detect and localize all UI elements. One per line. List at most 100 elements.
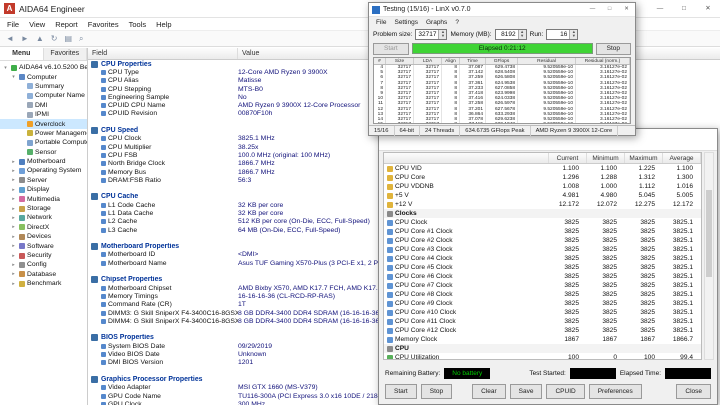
sensor-row-cpu-vddnb[interactable]: CPU VDDNB 1.008 1.000 1.112 1.016 <box>384 182 701 191</box>
main-close-icon[interactable]: ✕ <box>696 0 720 17</box>
toolbar-up-icon[interactable]: ▲ <box>36 34 44 43</box>
sidebar-item-devices[interactable]: ▸ Devices <box>0 232 87 241</box>
column-header-field[interactable]: Field <box>88 48 238 59</box>
sensor-column-average[interactable]: Average <box>663 153 701 163</box>
sensor-column-maximum[interactable]: Maximum <box>625 153 663 163</box>
menu-report[interactable]: Report <box>50 20 83 29</box>
menu-tools[interactable]: Tools <box>124 20 152 29</box>
sidebar-item-config[interactable]: ▸ Config <box>0 260 87 269</box>
sensor-row-5-v[interactable]: +5 V 4.981 4.980 5.045 5.005 <box>384 191 701 200</box>
expander-icon[interactable]: ▸ <box>10 224 17 230</box>
toolbar-report-icon[interactable]: ▤ <box>64 34 72 43</box>
spinner-down-icon[interactable]: ▼ <box>570 33 577 39</box>
toolbar-forward-icon[interactable]: ► <box>21 34 29 43</box>
sidebar-item-overclock[interactable]: Overclock <box>0 119 87 129</box>
grid-column-residual[interactable]: Residual <box>518 58 576 64</box>
toolbar-back-icon[interactable]: ◄ <box>6 34 14 43</box>
grid-column-gflops[interactable]: GFlops <box>486 58 518 64</box>
linx-minimize-icon[interactable]: — <box>584 3 601 16</box>
sidebar-item-operating-system[interactable]: ▸ Operating System <box>0 166 87 175</box>
expander-icon[interactable]: ▸ <box>10 281 17 287</box>
linx-menu-[interactable]: ? <box>451 19 463 26</box>
stability-cpuid-button[interactable]: CPUID <box>546 384 585 399</box>
linx-maximize-icon[interactable]: □ <box>601 3 618 16</box>
grid-column-align[interactable]: Align <box>442 58 460 64</box>
sidebar-item-multimedia[interactable]: ▸ Multimedia <box>0 194 87 203</box>
stability-preferences-button[interactable]: Preferences <box>588 384 642 399</box>
sidebar-item-software[interactable]: ▸ Software <box>0 241 87 250</box>
sidebar-item-summary[interactable]: Summary <box>0 82 87 91</box>
menu-favorites[interactable]: Favorites <box>83 20 124 29</box>
sensor-column-current[interactable]: Current <box>549 153 587 163</box>
run-count-spinner[interactable]: ▲ ▼ <box>569 29 578 39</box>
grid-column-lda[interactable]: LDA <box>414 58 442 64</box>
expander-icon[interactable]: ▸ <box>10 159 17 165</box>
toolbar-find-icon[interactable]: ⌕ <box>79 34 83 44</box>
stability-save-button[interactable]: Save <box>509 384 543 399</box>
grid-column-size[interactable]: Size <box>386 58 414 64</box>
memory-input[interactable]: 8192 ▲ ▼ <box>494 28 527 40</box>
sidebar-item-portable-computer[interactable]: Portable Computer <box>0 138 87 147</box>
spinner-down-icon[interactable]: ▼ <box>519 33 526 39</box>
expander-icon[interactable]: ▸ <box>10 215 17 221</box>
sensor-row-cpu-core-11-clock[interactable]: CPU Core #11 Clock 3825 3825 3825 3825.1 <box>384 317 701 326</box>
problem-size-input[interactable]: 32717 ▲ ▼ <box>415 28 448 40</box>
sensor-row-cpu-clock[interactable]: CPU Clock 3825 3825 3825 3825.1 <box>384 218 701 227</box>
expander-icon[interactable]: ▸ <box>10 177 17 183</box>
sidebar-item-sensor[interactable]: Sensor <box>0 148 87 157</box>
expander-icon[interactable]: ▸ <box>10 196 17 202</box>
linx-titlebar[interactable]: Testing (15/16) - LinX v0.7.0 — □ ✕ <box>369 3 635 17</box>
stability-scrollbar[interactable] <box>704 152 714 360</box>
sidebar-item-storage[interactable]: ▸ Storage <box>0 204 87 213</box>
expander-icon[interactable]: ▾ <box>10 74 17 80</box>
sensor-row-memory-clock[interactable]: Memory Clock 1867 1867 1867 1866.7 <box>384 335 701 344</box>
expander-icon[interactable]: ▸ <box>10 243 17 249</box>
stability-clear-button[interactable]: Clear <box>472 384 506 399</box>
memory-spinner[interactable]: ▲ ▼ <box>517 29 526 39</box>
sensor-row-cpu-core-8-clock[interactable]: CPU Core #8 Clock 3825 3825 3825 3825.1 <box>384 290 701 299</box>
sensor-row-cpu-core-2-clock[interactable]: CPU Core #2 Clock 3825 3825 3825 3825.1 <box>384 236 701 245</box>
menu-view[interactable]: View <box>24 20 50 29</box>
linx-start-button[interactable]: Start <box>373 42 409 55</box>
run-count-input[interactable]: 16 ▲ ▼ <box>546 28 579 40</box>
sidebar-item-security[interactable]: ▸ Security <box>0 251 87 260</box>
linx-stop-button[interactable]: Stop <box>595 42 631 55</box>
stability-close-button[interactable]: Close <box>676 384 711 399</box>
sidebar-item-aida64-v6-10-5200-beta[interactable]: ▾ AIDA64 v6.10.5200 Beta <box>0 63 87 72</box>
sensor-row-cpu-core-7-clock[interactable]: CPU Core #7 Clock 3825 3825 3825 3825.1 <box>384 281 701 290</box>
grid-column-residual-norm[interactable]: Residual (norm.) <box>576 58 630 64</box>
expander-icon[interactable]: ▸ <box>10 168 17 174</box>
expander-icon[interactable]: ▸ <box>10 206 17 212</box>
sidebar-item-benchmark[interactable]: ▸ Benchmark <box>0 279 87 288</box>
sidebar-tab-menu[interactable]: Menu <box>0 48 44 60</box>
linx-menu-file[interactable]: File <box>372 19 390 26</box>
sidebar-tab-favorites[interactable]: Favorites <box>44 48 87 60</box>
sidebar-item-network[interactable]: ▸ Network <box>0 213 87 222</box>
sensor-row-cpu-core-6-clock[interactable]: CPU Core #6 Clock 3825 3825 3825 3825.1 <box>384 272 701 281</box>
sensor-column-minimum[interactable]: Minimum <box>587 153 625 163</box>
main-maximize-icon[interactable]: □ <box>672 0 696 17</box>
sensor-row-12-v[interactable]: +12 V 12.172 12.072 12.275 12.172 <box>384 200 701 209</box>
sensor-row-cpu-vid[interactable]: CPU VID 1.100 1.100 1.225 1.100 <box>384 164 701 173</box>
sidebar-item-computer-name[interactable]: Computer Name <box>0 91 87 100</box>
sensor-row-cpu-utilization[interactable]: CPU Utilization 100 0 100 99.4 <box>384 353 701 359</box>
stability-stop-button[interactable]: Stop <box>420 384 453 399</box>
sensor-row-cpu-core-3-clock[interactable]: CPU Core #3 Clock 3825 3825 3825 3825.1 <box>384 245 701 254</box>
sensor-row-cpu-core-12-clock[interactable]: CPU Core #12 Clock 3825 3825 3825 3825.1 <box>384 326 701 335</box>
toolbar-refresh-icon[interactable]: ↻ <box>51 34 58 43</box>
problem-size-spinner[interactable]: ▲ ▼ <box>438 29 447 39</box>
sensor-row-cpu-core-1-clock[interactable]: CPU Core #1 Clock 3825 3825 3825 3825.1 <box>384 227 701 236</box>
sensor-group-clocks[interactable]: Clocks <box>384 209 701 218</box>
sidebar-item-motherboard[interactable]: ▸ Motherboard <box>0 157 87 166</box>
sensor-row-cpu-core-5-clock[interactable]: CPU Core #5 Clock 3825 3825 3825 3825.1 <box>384 263 701 272</box>
spinner-down-icon[interactable]: ▼ <box>439 33 446 39</box>
sensor-row-cpu-core-10-clock[interactable]: CPU Core #10 Clock 3825 3825 3825 3825.1 <box>384 308 701 317</box>
stability-start-button[interactable]: Start <box>385 384 417 399</box>
grid-column-[interactable]: # <box>374 58 386 64</box>
scrollbar-thumb[interactable] <box>706 190 712 277</box>
grid-column-time[interactable]: Time <box>460 58 486 64</box>
sidebar-item-ipmi[interactable]: IPMI <box>0 110 87 119</box>
sidebar-item-dmi[interactable]: DMI <box>0 101 87 110</box>
expander-icon[interactable]: ▸ <box>10 262 17 268</box>
sidebar-item-display[interactable]: ▸ Display <box>0 185 87 194</box>
